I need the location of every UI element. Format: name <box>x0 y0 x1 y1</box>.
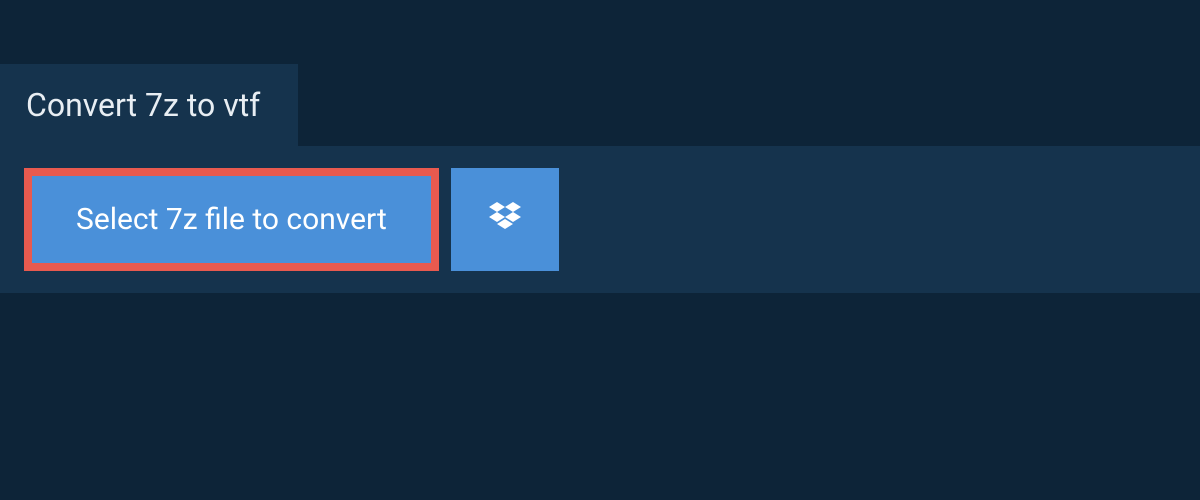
tab-convert[interactable]: Convert 7z to vtf <box>0 64 298 146</box>
tab-label: Convert 7z to vtf <box>26 86 260 124</box>
select-file-label: Select 7z file to convert <box>76 202 387 237</box>
dropbox-button[interactable] <box>451 168 559 271</box>
dropbox-icon <box>485 198 525 242</box>
button-row: Select 7z file to convert <box>24 168 1176 271</box>
convert-panel: Select 7z file to convert <box>0 146 1200 293</box>
select-file-button[interactable]: Select 7z file to convert <box>24 168 439 271</box>
